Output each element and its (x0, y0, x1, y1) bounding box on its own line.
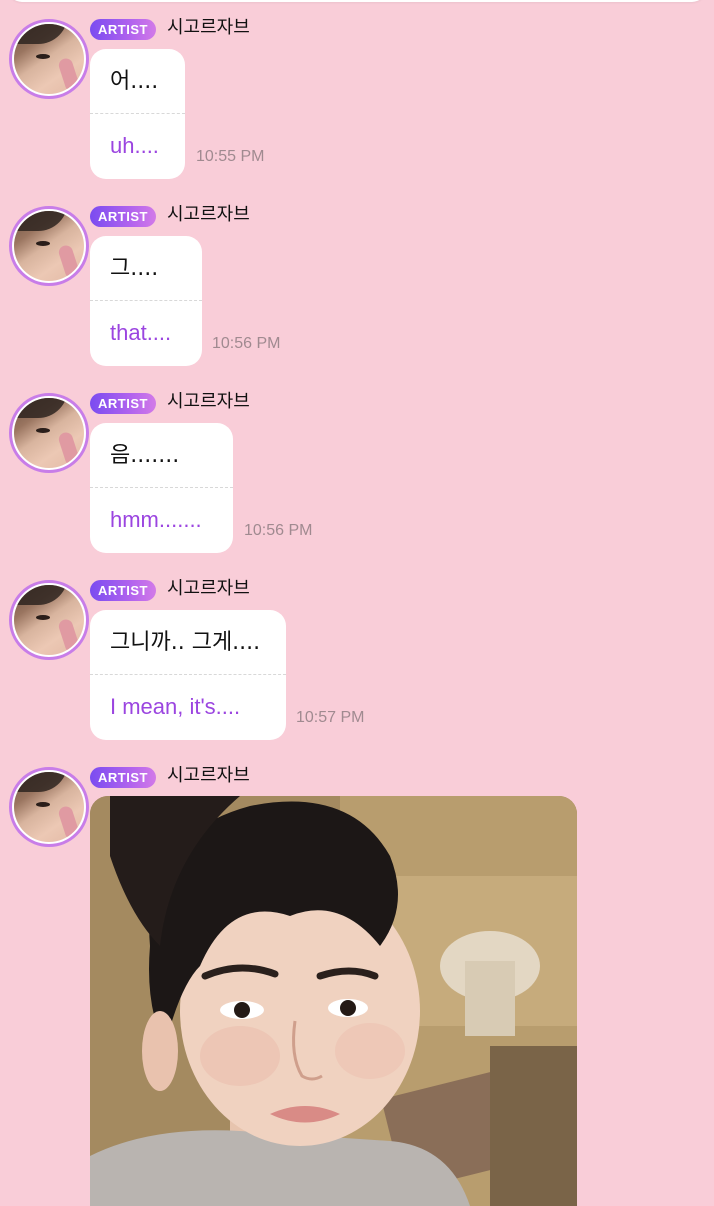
message-timestamp: 10:56 PM (244, 522, 313, 539)
translation-divider (90, 113, 185, 114)
sender-name: 시고르자브 (167, 765, 250, 786)
original-text: 그니까.. 그게.... (110, 630, 261, 655)
message-bubble[interactable]: 그.... that.... (90, 236, 202, 366)
artist-avatar[interactable] (9, 206, 89, 286)
message-bubble[interactable]: 어.... uh.... (90, 49, 185, 179)
sender-name: 시고르자브 (167, 17, 250, 38)
original-text: 그.... (110, 256, 159, 281)
translated-text: I mean, it's.... (110, 694, 241, 719)
sender-name: 시고르자브 (167, 391, 250, 412)
translation-divider (90, 674, 286, 675)
artist-badge: ARTIST (90, 206, 156, 227)
original-text: 어.... (110, 69, 159, 94)
artist-badge: ARTIST (90, 580, 156, 601)
message-bubble[interactable]: 음....... hmm....... (90, 423, 233, 553)
translated-text: that.... (110, 320, 172, 345)
translated-text: hmm....... (110, 507, 202, 532)
previous-message-edge (8, 0, 706, 2)
message-timestamp: 10:55 PM (196, 148, 265, 165)
translation-divider (90, 487, 233, 488)
artist-avatar[interactable] (9, 19, 89, 99)
selfie-photo[interactable] (90, 796, 577, 1206)
message-bubble[interactable]: 그니까.. 그게.... I mean, it's.... (90, 610, 286, 740)
message-timestamp: 10:57 PM (296, 709, 365, 726)
original-text: 음....... (110, 443, 180, 468)
artist-badge: ARTIST (90, 19, 156, 40)
sender-name: 시고르자브 (167, 578, 250, 599)
artist-avatar[interactable] (9, 580, 89, 660)
translated-text: uh.... (110, 133, 159, 158)
artist-badge: ARTIST (90, 393, 156, 414)
message-timestamp: 10:56 PM (212, 335, 281, 352)
artist-badge: ARTIST (90, 767, 156, 788)
artist-avatar[interactable] (9, 393, 89, 473)
selfie-illustration (90, 796, 577, 1206)
translation-divider (90, 300, 202, 301)
sender-name: 시고르자브 (167, 204, 250, 225)
artist-avatar[interactable] (9, 767, 89, 847)
